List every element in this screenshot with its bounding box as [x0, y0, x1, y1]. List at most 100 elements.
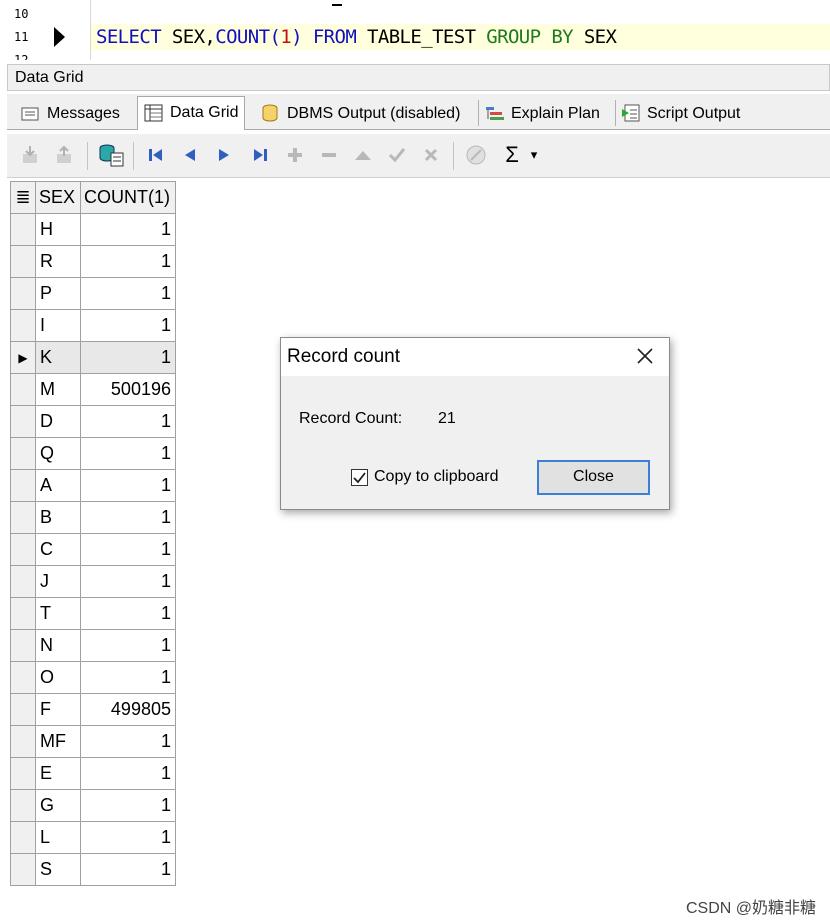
row-indicator[interactable]: ▶: [10, 341, 36, 374]
cell-count[interactable]: 1: [80, 341, 176, 374]
cell-sex[interactable]: O: [35, 661, 81, 694]
close-icon[interactable]: [633, 344, 657, 368]
cell-sex[interactable]: T: [35, 597, 81, 630]
cell-sex[interactable]: L: [35, 821, 81, 854]
cell-count[interactable]: 1: [80, 245, 176, 278]
row-indicator[interactable]: [10, 821, 36, 854]
row-indicator[interactable]: [10, 661, 36, 694]
table-row[interactable]: C1: [10, 533, 176, 566]
close-button[interactable]: Close: [537, 460, 650, 495]
cell-sex[interactable]: B: [35, 501, 81, 534]
copy-to-clipboard-label[interactable]: Copy to clipboard: [374, 468, 499, 486]
tab-script-output[interactable]: Script Output: [621, 98, 740, 129]
cell-count[interactable]: 1: [80, 821, 176, 854]
cell-count[interactable]: 1: [80, 853, 176, 886]
clear-icon[interactable]: [465, 144, 487, 166]
cell-sex[interactable]: J: [35, 565, 81, 598]
cell-sex[interactable]: C: [35, 533, 81, 566]
sql-statement[interactable]: SELECT SEX,COUNT(1) FROM TABLE_TEST GROU…: [96, 26, 617, 48]
table-row[interactable]: ▶ K 1: [10, 341, 176, 374]
row-indicator[interactable]: [10, 405, 36, 438]
cell-count[interactable]: 1: [80, 725, 176, 758]
edit-record-icon[interactable]: [352, 144, 374, 166]
row-indicator[interactable]: [10, 373, 36, 406]
row-indicator[interactable]: [10, 469, 36, 502]
copy-to-clipboard-checkbox[interactable]: [351, 469, 368, 486]
row-indicator[interactable]: [10, 213, 36, 246]
row-indicator[interactable]: [10, 437, 36, 470]
table-row[interactable]: MF 1: [10, 725, 176, 758]
table-row[interactable]: R1: [10, 245, 176, 278]
cell-count[interactable]: 1: [80, 629, 176, 662]
row-indicator[interactable]: [10, 501, 36, 534]
sql-editor[interactable]: 10 11 12 SELECT SEX,COUNT(1) FROM TABLE_…: [0, 0, 830, 60]
cell-sex[interactable]: N: [35, 629, 81, 662]
cell-count[interactable]: 1: [80, 277, 176, 310]
table-row[interactable]: P1: [10, 277, 176, 310]
row-indicator[interactable]: [10, 789, 36, 822]
import-icon[interactable]: [19, 144, 41, 166]
cell-count[interactable]: 1: [80, 597, 176, 630]
cell-count[interactable]: 1: [80, 437, 176, 470]
first-record-icon[interactable]: [145, 144, 167, 166]
cell-sex[interactable]: K: [35, 341, 81, 374]
table-row[interactable]: T1: [10, 597, 176, 630]
row-indicator-header[interactable]: ≣: [10, 181, 36, 214]
row-indicator[interactable]: [10, 277, 36, 310]
table-row[interactable]: E1: [10, 757, 176, 790]
cell-count[interactable]: 1: [80, 469, 176, 502]
row-indicator[interactable]: [10, 629, 36, 662]
column-header-sex[interactable]: SEX: [35, 181, 81, 214]
table-row[interactable]: G1: [10, 789, 176, 822]
cell-count[interactable]: 1: [80, 501, 176, 534]
delete-record-icon[interactable]: [318, 144, 340, 166]
cell-sex[interactable]: A: [35, 469, 81, 502]
next-record-icon[interactable]: [213, 144, 235, 166]
tab-messages[interactable]: Messages: [21, 98, 120, 129]
cell-sex[interactable]: D: [35, 405, 81, 438]
sum-icon[interactable]: Σ: [501, 142, 523, 167]
table-row[interactable]: N1: [10, 629, 176, 662]
cell-sex[interactable]: M: [35, 373, 81, 406]
dialog-titlebar[interactable]: Record count: [281, 338, 669, 376]
row-indicator[interactable]: [10, 565, 36, 598]
cell-sex[interactable]: R: [35, 245, 81, 278]
tab-dbms-output[interactable]: DBMS Output (disabled): [261, 98, 460, 129]
table-row[interactable]: F 499805: [10, 693, 176, 726]
cancel-edit-icon[interactable]: [420, 144, 442, 166]
cell-count[interactable]: 500196: [80, 373, 176, 406]
insert-record-icon[interactable]: [284, 144, 306, 166]
last-record-icon[interactable]: [249, 144, 271, 166]
row-indicator[interactable]: [10, 597, 36, 630]
table-row[interactable]: I1: [10, 309, 176, 342]
post-edit-icon[interactable]: [386, 144, 408, 166]
table-row[interactable]: J1: [10, 565, 176, 598]
cell-count[interactable]: 1: [80, 405, 176, 438]
cell-sex[interactable]: MF: [35, 725, 81, 758]
cell-count[interactable]: 1: [80, 789, 176, 822]
table-row[interactable]: B1: [10, 501, 176, 534]
row-indicator[interactable]: [10, 245, 36, 278]
cell-count[interactable]: 499805: [80, 693, 176, 726]
tab-data-grid[interactable]: Data Grid: [137, 96, 246, 130]
cell-sex[interactable]: Q: [35, 437, 81, 470]
table-row[interactable]: S1: [10, 853, 176, 886]
cell-count[interactable]: 1: [80, 757, 176, 790]
row-indicator[interactable]: [10, 533, 36, 566]
cell-sex[interactable]: E: [35, 757, 81, 790]
cell-sex[interactable]: I: [35, 309, 81, 342]
cell-sex[interactable]: P: [35, 277, 81, 310]
column-header-count[interactable]: COUNT(1): [80, 181, 176, 214]
chevron-down-icon[interactable]: ▾: [527, 144, 541, 166]
row-indicator[interactable]: [10, 725, 36, 758]
previous-record-icon[interactable]: [179, 144, 201, 166]
table-row[interactable]: A1: [10, 469, 176, 502]
cell-count[interactable]: 1: [80, 565, 176, 598]
row-indicator[interactable]: [10, 309, 36, 342]
row-indicator[interactable]: [10, 853, 36, 886]
cell-sex[interactable]: S: [35, 853, 81, 886]
cell-count[interactable]: 1: [80, 213, 176, 246]
table-row[interactable]: M 500196: [10, 373, 176, 406]
fetch-all-icon[interactable]: [97, 144, 127, 167]
cell-count[interactable]: 1: [80, 533, 176, 566]
